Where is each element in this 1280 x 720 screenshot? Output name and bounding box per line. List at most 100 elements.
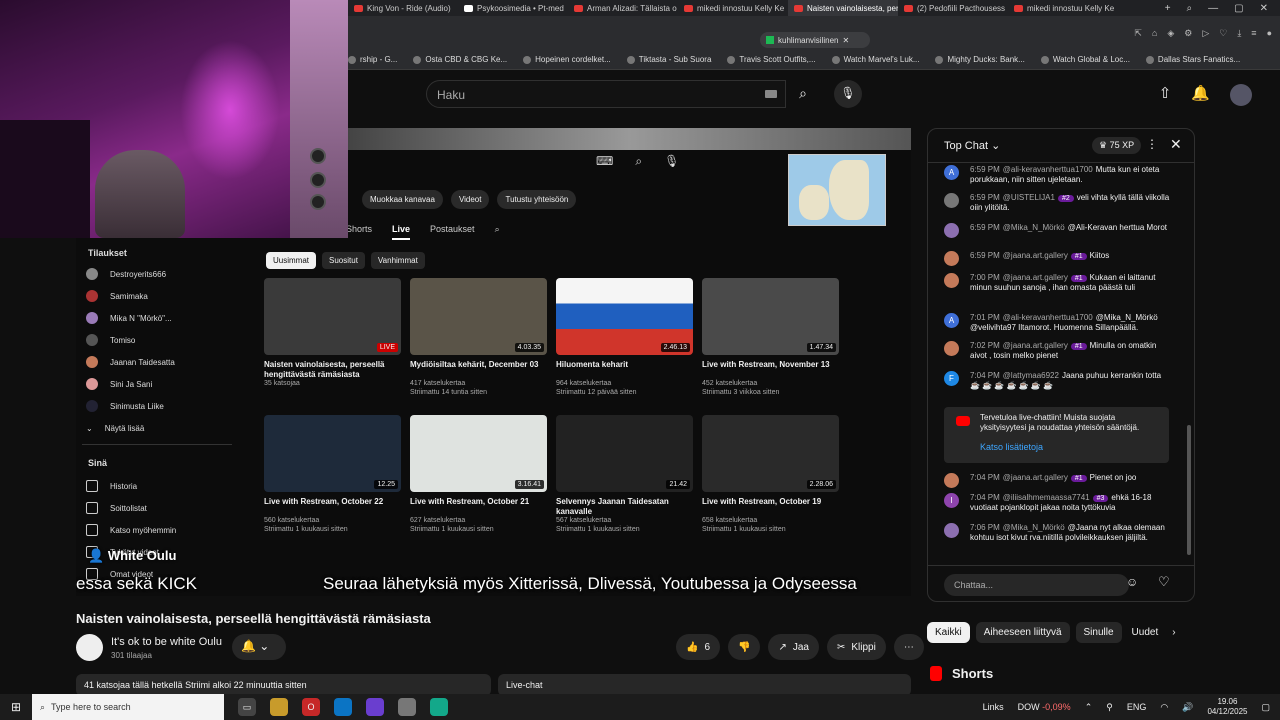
task-view-icon[interactable]: ▭	[238, 698, 256, 716]
sidebar-item-subscription[interactable]: Tomiso	[86, 334, 135, 346]
video-card-title[interactable]: Live with Restream, October 21	[410, 497, 548, 517]
chat-message[interactable]: 7:00 PM @jaana.art.gallery #1 Kukaan ei lai…	[944, 273, 1172, 294]
sort-chip[interactable]: Uusimmat	[266, 252, 317, 269]
video-card[interactable]: 4.03.35 Mydiöisiltaa kehärit, December 03…	[410, 278, 548, 398]
chat-mode-dropdown[interactable]: Top Chat ⌄	[944, 139, 1000, 152]
video-card[interactable]: 3.16.41 Live with Restream, October 21 627…	[410, 415, 548, 535]
discord-icon[interactable]	[366, 698, 384, 716]
edge-icon[interactable]	[334, 698, 352, 716]
profile-icon[interactable]: ●	[1267, 28, 1272, 39]
sidebar-item-subscription[interactable]: Sini Ja Sani	[86, 378, 152, 390]
tray-chevron-icon[interactable]: ⌃	[1085, 702, 1093, 713]
video-card[interactable]: 12.25 Live with Restream, October 22 560 k…	[264, 415, 402, 535]
language-indicator[interactable]: ENG	[1127, 702, 1147, 712]
settings-icon[interactable]: ⚙	[1184, 28, 1192, 39]
chat-author[interactable]: @UISTELIJA1	[1003, 193, 1055, 202]
bookmark-item[interactable]: rship - G...	[348, 55, 397, 64]
browser-tab[interactable]: Psykoosimedia • Pt-med	[458, 0, 568, 16]
app-icon-2[interactable]	[398, 698, 416, 716]
notifications-icon[interactable]: ▢	[1261, 702, 1270, 713]
search-icon[interactable]: ⌕	[495, 224, 500, 240]
chat-input[interactable]: Chattaa...	[944, 574, 1129, 596]
dislike-button[interactable]: 👎	[728, 634, 761, 660]
chat-message[interactable]: 6:59 PM @Mika_N_Mörkö @Ali-Keravan herttua…	[944, 223, 1172, 238]
shield-icon[interactable]: ◈	[1167, 28, 1174, 39]
video-card-title[interactable]: Naisten vainolaisesta, perseellä hengitt…	[264, 360, 402, 380]
video-card-title[interactable]: Live with Restream, October 19	[702, 497, 840, 517]
channel-name[interactable]: It's ok to be white Oulu	[111, 636, 222, 648]
chat-message[interactable]: 6:59 PM @jaana.art.gallery #1 Kiitos	[944, 251, 1172, 266]
volume-icon[interactable]: 🔊	[1182, 702, 1193, 713]
bookmark-item[interactable]: Mighty Ducks: Bank...	[935, 55, 1025, 64]
chat-message[interactable]: 7:06 PM @Mika_N_Mörkö @Jaana nyt alkaa ole…	[944, 523, 1172, 544]
subscription-bell-button[interactable]: 🔔 ⌄	[232, 634, 286, 660]
search-input[interactable]: Haku	[426, 80, 786, 108]
video-thumbnail[interactable]: 2.28.06	[702, 415, 839, 492]
video-thumbnail[interactable]: 21.42	[556, 415, 693, 492]
bookmark-item[interactable]: Watch Marvel's Luk...	[831, 55, 919, 64]
keyboard-icon[interactable]	[765, 90, 777, 98]
browser-tab[interactable]: King Von - Ride (Audio)	[348, 0, 458, 16]
filter-chip[interactable]: Aiheeseen liittyvä	[975, 622, 1070, 643]
sidebar-item-subscription[interactable]: Samimaka	[86, 290, 148, 302]
chat-author[interactable]: @ali-keravanherttua1700	[1003, 165, 1093, 174]
browser-tab[interactable]: mikedi innostuu Kelly Ke	[678, 0, 788, 16]
channel-tab[interactable]: Shorts	[346, 224, 372, 240]
stock-ticker[interactable]: DOW -0,09%	[1018, 702, 1071, 712]
show-more-button[interactable]: ⌄ Näytä lisää	[86, 424, 144, 433]
sidebar-item-subscription[interactable]: Jaanan Taidesatta	[86, 356, 175, 368]
mic-icon[interactable]: 🎙	[834, 80, 862, 108]
maximize-icon[interactable]: ▢	[1234, 3, 1243, 14]
filter-chip[interactable]: Kaikki	[927, 622, 970, 643]
upload-icon[interactable]: ⇧	[1159, 84, 1172, 106]
chat-message[interactable]: F 7:04 PM @lattymaa6922 Jaana puhuu kerrank…	[944, 371, 1172, 392]
chat-message[interactable]: A 6:59 PM @ali-keravanherttua1700 Mutta kun…	[944, 165, 1172, 186]
video-thumbnail[interactable]: 2.46.13	[556, 278, 693, 355]
bookmark-item[interactable]: Tiktasta - Sub Suora	[626, 55, 711, 64]
taskbar-search[interactable]: ⌕ Type here to search	[32, 694, 224, 720]
video-card[interactable]: 2.28.06 Live with Restream, October 19 658…	[702, 415, 840, 535]
chat-message[interactable]: 6:59 PM @UISTELIJA1 #2 veli vihta kyllä täl…	[944, 193, 1172, 214]
avatar[interactable]	[1230, 84, 1252, 106]
sidebar-item-you[interactable]: Soittolistat	[86, 502, 147, 514]
more-actions-button[interactable]: ⋯	[893, 634, 924, 660]
chat-author[interactable]: @jaana.art.gallery	[1003, 273, 1068, 282]
video-card[interactable]: LIVE Naisten vainolaisesta, perseellä hen…	[264, 278, 402, 389]
sidebar-item-you[interactable]: Katso myöhemmin	[86, 524, 176, 536]
close-window-icon[interactable]: ✕	[1260, 3, 1268, 14]
learn-more-link[interactable]: Katso lisätietoja	[980, 442, 1161, 454]
heart-icon[interactable]: ♡	[1219, 28, 1227, 39]
sidebar-item-you[interactable]: Historia	[86, 480, 137, 492]
channel-button[interactable]: Tutustu yhteisöön	[497, 190, 577, 209]
video-card[interactable]: 1.47.34 Live with Restream, November 13 45…	[702, 278, 840, 398]
xp-badge[interactable]: ♛ 75 XP	[1092, 137, 1142, 154]
chat-message[interactable]: I 7:04 PM @iliisalhmemaassa7741 #3 ehkä 16-1…	[944, 493, 1172, 514]
sort-chip[interactable]: Suositut	[322, 252, 365, 269]
chat-message[interactable]: A 7:01 PM @ali-keravanherttua1700 @Mika_N_M…	[944, 313, 1172, 334]
video-card[interactable]: 21.42 Selvennys Jaanan Taidesatan kanaval…	[556, 415, 694, 535]
video-card-title[interactable]: Selvennys Jaanan Taidesatan kanavalle	[556, 497, 694, 517]
more-vert-icon[interactable]: ⋮	[1146, 137, 1158, 151]
search-icon[interactable]: ⌕	[786, 80, 820, 108]
menu-icon[interactable]: ≡	[1251, 28, 1256, 39]
close-chip-icon[interactable]: ✕	[842, 36, 849, 45]
chat-author[interactable]: @jaana.art.gallery	[1003, 473, 1068, 482]
links-toolbar[interactable]: Links	[983, 702, 1004, 712]
channel-button[interactable]: Videot	[450, 190, 490, 209]
chat-author[interactable]: @ali-keravanherttua1700	[1003, 313, 1093, 322]
clip-button[interactable]: ✂ Klippi	[826, 634, 886, 660]
network-icon[interactable]: ⚲	[1106, 702, 1113, 713]
video-card-title[interactable]: Live with Restream, November 13	[702, 360, 840, 380]
close-icon[interactable]: ✕	[1170, 136, 1182, 153]
wifi-icon[interactable]: ◠	[1160, 702, 1168, 713]
bookmark-item[interactable]: Osta CBD & CBG Ke...	[413, 55, 507, 64]
omnibox-chip[interactable]: kuhlimanvisilinen ✕	[760, 32, 870, 48]
bookmark-item[interactable]: Dallas Stars Fanatics...	[1145, 55, 1240, 64]
chat-author[interactable]: @jaana.art.gallery	[1003, 341, 1068, 350]
windows-start-icon[interactable]: ⊞	[0, 700, 32, 714]
chevron-right-icon[interactable]: ›	[1168, 622, 1179, 643]
filter-chip[interactable]: Sinulle	[1075, 622, 1122, 643]
video-thumbnail[interactable]: 1.47.34	[702, 278, 839, 355]
opera-icon[interactable]: O	[302, 698, 320, 716]
browser-tab[interactable]: Naisten vainolaisesta, per	[788, 0, 898, 16]
